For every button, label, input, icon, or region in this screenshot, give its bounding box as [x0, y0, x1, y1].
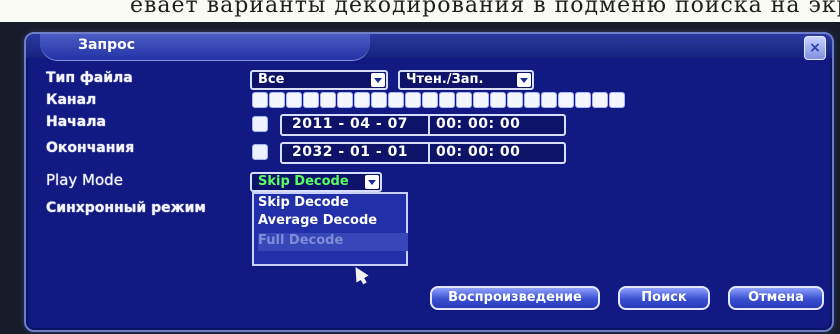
- file-type-value: Все: [258, 72, 285, 87]
- channel-checkbox[interactable]: [439, 92, 455, 108]
- channel-checkbox[interactable]: [422, 92, 438, 108]
- end-date: 2032 - 01 - 01: [292, 144, 409, 160]
- play-mode-select[interactable]: Skip Decode: [250, 172, 382, 192]
- end-enable-checkbox[interactable]: [252, 144, 268, 160]
- play-mode-dropdown: Skip Decode Average Decode Full Decode: [252, 192, 408, 266]
- channel-checkbox[interactable]: [405, 92, 421, 108]
- record-type-select[interactable]: Чтен./Зап.: [398, 70, 534, 90]
- start-time: 00: 00: 00: [436, 116, 521, 132]
- end-datetime-field[interactable]: 2032 - 01 - 01 00: 00: 00: [280, 142, 566, 164]
- start-label: Начала: [46, 114, 106, 130]
- record-type-value: Чтен./Зап.: [406, 72, 484, 87]
- channel-checkbox[interactable]: [473, 92, 489, 108]
- channel-checkbox[interactable]: [524, 92, 540, 108]
- play-mode-value: Skip Decode: [258, 174, 349, 189]
- channel-checkbox[interactable]: [269, 92, 285, 108]
- file-type-label: Тип файла: [46, 70, 133, 86]
- dropdown-option-full-decode[interactable]: Full Decode: [258, 233, 408, 251]
- channel-checkbox[interactable]: [354, 92, 370, 108]
- channel-checkbox[interactable]: [320, 92, 336, 108]
- dropdown-option-average-decode[interactable]: Average Decode: [258, 213, 408, 231]
- channel-checkbox[interactable]: [507, 92, 523, 108]
- channel-label: Канал: [46, 92, 97, 108]
- end-label: Окончания: [46, 140, 135, 156]
- playback-button[interactable]: Воспроизведение: [430, 286, 600, 310]
- query-dialog: Запрос × Тип файла Все Чтен./Зап. Канал: [24, 32, 834, 332]
- dialog-title-tab: Запрос: [40, 34, 370, 61]
- start-datetime-field[interactable]: 2011 - 04 - 07 00: 00: 00: [280, 114, 566, 136]
- chevron-down-icon: [517, 73, 531, 87]
- file-type-select[interactable]: Все: [250, 70, 388, 90]
- channel-checkbox[interactable]: [558, 92, 574, 108]
- channel-checkbox[interactable]: [592, 92, 608, 108]
- channel-checkbox[interactable]: [575, 92, 591, 108]
- play-mode-label: Play Mode: [46, 171, 123, 189]
- chevron-down-icon: [365, 175, 379, 189]
- chevron-down-icon: [371, 73, 385, 87]
- channel-checkbox[interactable]: [252, 92, 268, 108]
- channel-checkbox[interactable]: [286, 92, 302, 108]
- mouse-cursor-icon: [349, 263, 369, 283]
- document-caption-strip: евает варианты декодирования в подменю п…: [0, 0, 840, 22]
- start-date: 2011 - 04 - 07: [292, 116, 409, 132]
- monitor-screen: Запрос × Тип файла Все Чтен./Зап. Канал: [0, 22, 840, 334]
- cancel-button[interactable]: Отмена: [728, 286, 824, 310]
- channel-checkbox[interactable]: [371, 92, 387, 108]
- channel-checkbox[interactable]: [456, 92, 472, 108]
- start-enable-checkbox[interactable]: [252, 116, 268, 132]
- channel-checkbox[interactable]: [303, 92, 319, 108]
- channel-checkbox[interactable]: [337, 92, 353, 108]
- end-time: 00: 00: 00: [436, 144, 521, 160]
- search-button[interactable]: Поиск: [618, 286, 710, 310]
- channel-checkbox[interactable]: [388, 92, 404, 108]
- caption-text: евает варианты декодирования в подменю п…: [130, 0, 840, 18]
- dialog-title: Запрос: [78, 37, 136, 53]
- close-icon[interactable]: ×: [804, 36, 826, 60]
- channel-checkbox[interactable]: [541, 92, 557, 108]
- dropdown-option-skip-decode[interactable]: Skip Decode: [258, 195, 408, 213]
- channel-checkbox[interactable]: [490, 92, 506, 108]
- channel-checkbox[interactable]: [609, 92, 625, 108]
- sync-mode-label: Синхронный режим: [46, 200, 206, 216]
